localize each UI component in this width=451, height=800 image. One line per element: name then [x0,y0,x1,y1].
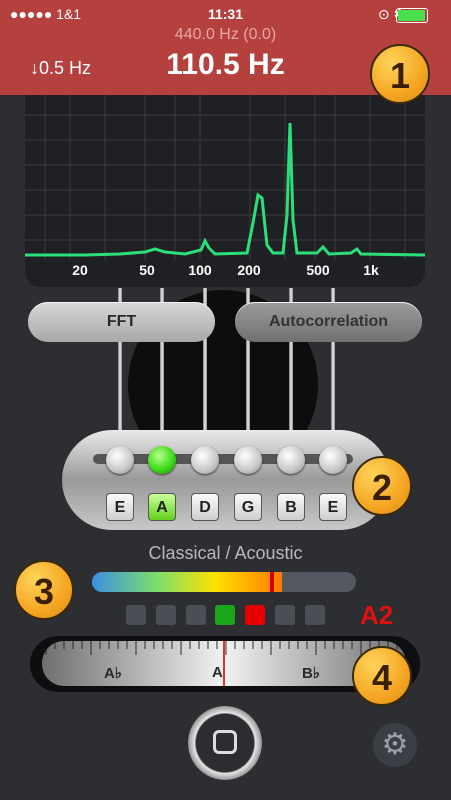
spectrum-plot [25,95,425,287]
signal-level-fill [92,572,283,592]
badge-3: 3 [14,560,74,620]
instrument-label[interactable]: Classical / Acoustic [0,543,451,564]
x-tick-50: 50 [139,262,155,278]
string-button-d[interactable]: D [191,493,219,521]
pitch-needle [223,641,225,686]
badge-1: 1 [370,44,430,104]
badge-2: 2 [352,456,412,516]
string-knob-d[interactable] [191,446,219,474]
string-knob-e-low[interactable] [106,446,134,474]
ruler-label-a-flat: A♭ [104,665,122,682]
string-button-a[interactable]: A [148,493,176,521]
string-knob-b[interactable] [277,446,305,474]
signal-level-bar [92,572,356,592]
string-button-g[interactable]: G [234,493,262,521]
tuning-cell-3 [186,605,206,625]
string-button-b[interactable]: B [277,493,305,521]
tuning-cell-5 [245,605,265,625]
string-knob-g[interactable] [234,446,262,474]
detected-note: A2 [360,600,394,630]
ruler-label-b-flat: B♭ [302,665,320,682]
tuning-cell-4 [215,605,235,625]
reference-frequency: 440.0 Hz (0.0) [174,26,277,43]
fft-button[interactable]: FFT [28,302,215,342]
tuning-cell-1 [126,605,146,625]
x-tick-1k: 1k [363,262,379,278]
x-tick-200: 200 [237,262,261,278]
tuning-cell-6 [275,605,295,625]
spectrum-svg [25,95,425,260]
frequency-delta: ↓0.5 Hz [30,58,92,78]
battery-icon [396,8,428,23]
tuning-cell-7 [305,605,325,625]
signal-level-marker [270,572,275,592]
string-button-e-low[interactable]: E [106,493,134,521]
string-knob-a[interactable] [148,446,176,474]
string-button-e-high[interactable]: E [319,493,347,521]
x-tick-100: 100 [188,262,212,278]
gear-icon[interactable]: ⚙ [373,723,417,767]
x-tick-20: 20 [72,262,88,278]
stop-icon [213,730,237,754]
ruler-label-a: A [212,664,223,681]
string-knob-e-high[interactable] [319,446,347,474]
x-tick-500: 500 [306,262,330,278]
tuning-cell-2 [156,605,176,625]
badge-4: 4 [352,646,412,706]
autocorrelation-button[interactable]: Autocorrelation [235,302,422,342]
